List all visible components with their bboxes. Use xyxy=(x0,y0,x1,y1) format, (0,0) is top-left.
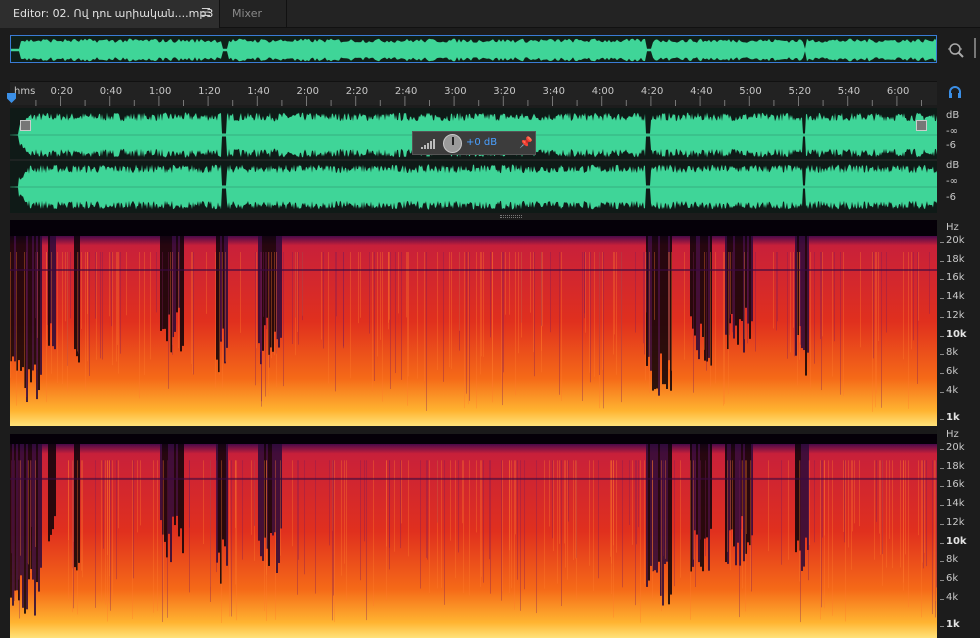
amp-unit-top: dB xyxy=(946,110,960,121)
freq-tick-mark xyxy=(940,354,944,355)
ruler-tick-label: 6:00 xyxy=(886,86,910,97)
freq-tick-label: 20k xyxy=(946,442,965,453)
ruler-tick-label: 4:40 xyxy=(690,86,713,97)
tab-mixer[interactable]: Mixer xyxy=(221,0,287,28)
freq-tick-mark xyxy=(940,580,944,581)
panel-tab-bar: Editor: 02. Ով դու արիական....mp3 ☰ Mixe… xyxy=(0,0,980,28)
freq-tick-mark xyxy=(940,543,944,544)
ruler-tick-label: 2:00 xyxy=(296,86,319,97)
freq-tick-mark xyxy=(940,279,944,280)
ruler-tick-label: 3:40 xyxy=(542,86,565,97)
amp-label-6-top: -6 xyxy=(946,140,956,151)
level-bars-icon xyxy=(421,139,435,149)
time-ruler[interactable]: hms 0:20 0:40 1:00 1:20 1:40 2:00 2:20 2:40 3:00… xyxy=(10,81,937,106)
freq-tick-mark xyxy=(940,486,944,487)
waveform-display[interactable] xyxy=(10,108,937,213)
zoom-magnifier-icon[interactable] xyxy=(946,40,966,60)
freq-tick-label: 4k xyxy=(946,385,959,396)
freq-tick-mark xyxy=(940,317,944,318)
ruler-tick-label: 4:00 xyxy=(591,86,615,97)
freq-tick-mark xyxy=(940,561,944,562)
ruler-tick-label: 2:20 xyxy=(345,86,369,97)
freq-tick-label: 16k xyxy=(946,272,965,283)
freq-tick-label: 6k xyxy=(946,573,959,584)
ruler-tick-label: 5:40 xyxy=(837,86,861,97)
spectrogram xyxy=(10,236,937,638)
freq-tick-mark xyxy=(940,524,944,525)
freq-tick-label: 16k xyxy=(946,479,965,490)
view-divider[interactable] xyxy=(10,213,937,220)
freq-tick-label: 10k xyxy=(946,329,967,340)
ruler-tick-label: 3:00 xyxy=(444,86,467,97)
ruler-tick-label: 5:20 xyxy=(788,86,811,97)
freq-tick-label: 20k xyxy=(946,235,965,246)
ruler-tick-label: 5:00 xyxy=(739,86,762,97)
overview-waveform[interactable] xyxy=(10,35,937,63)
freq-tick-label: 1k xyxy=(946,412,960,423)
ruler-tick-label: 0:20 xyxy=(50,86,73,97)
volume-knob-icon[interactable] xyxy=(443,134,462,153)
freq-unit-label: Hz xyxy=(946,222,959,233)
amp-label-inf-bottom: -∞ xyxy=(946,176,958,187)
freq-tick-mark xyxy=(940,626,944,627)
freq-tick-label: 14k xyxy=(946,291,965,302)
freq-tick-label: 6k xyxy=(946,366,959,377)
freq-tick-label: 12k xyxy=(946,517,965,528)
amp-label-6-bottom: -6 xyxy=(946,192,956,203)
spectral-frequency-display[interactable] xyxy=(10,220,937,638)
freq-tick-mark xyxy=(940,599,944,600)
ruler-tick-label: 1:40 xyxy=(247,86,270,97)
ruler-tick-label: 1:20 xyxy=(198,86,221,97)
ruler-tick-label: 1:00 xyxy=(148,86,172,97)
freq-tick-mark xyxy=(940,261,944,262)
amplitude-scale: dB -∞ -6 dB -∞ -6 xyxy=(940,108,980,213)
freq-tick-label: 8k xyxy=(946,347,959,358)
freq-tick-mark xyxy=(940,336,944,337)
freq-tick-label: 8k xyxy=(946,554,959,565)
amp-label-inf-top: -∞ xyxy=(946,126,958,137)
tab-mixer-label: Mixer xyxy=(232,7,263,20)
volume-value[interactable]: +0 dB xyxy=(466,137,497,148)
freq-tick-label: 1k xyxy=(946,619,960,630)
hamburger-menu-icon[interactable]: ☰ xyxy=(201,6,211,19)
freq-tick-mark xyxy=(940,468,944,469)
freq-tick-mark xyxy=(940,449,944,450)
freq-tick-mark xyxy=(940,419,944,420)
freq-tick-label: 14k xyxy=(946,498,965,509)
ruler-tick-label: 3:20 xyxy=(493,86,516,97)
fade-out-handle[interactable] xyxy=(916,120,927,131)
freq-tick-mark xyxy=(940,392,944,393)
freq-tick-mark xyxy=(940,373,944,374)
amp-unit-bottom: dB xyxy=(946,160,960,171)
volume-hud[interactable]: +0 dB 📌 xyxy=(412,131,536,155)
frequency-scale-top: Hz 20k 18k 16k 14k 12k 10k 8k 6k 4k 1k xyxy=(940,222,980,427)
waveform-channels xyxy=(10,112,937,210)
freq-tick-mark xyxy=(940,242,944,243)
freq-tick-label: 12k xyxy=(946,310,965,321)
freq-tick-label: 18k xyxy=(946,254,965,265)
freq-tick-mark xyxy=(940,505,944,506)
tab-editor[interactable]: Editor: 02. Ով դու արիական....mp3 ☰ xyxy=(0,0,220,28)
freq-tick-mark xyxy=(940,298,944,299)
overview-waveform-graphic xyxy=(11,38,936,62)
fade-in-handle[interactable] xyxy=(20,120,31,131)
divider-grip[interactable] xyxy=(500,215,522,218)
overview-scrollbar-edge[interactable] xyxy=(974,38,980,58)
headphones-icon[interactable] xyxy=(948,86,962,98)
freq-unit-label: Hz xyxy=(946,429,959,440)
ruler-tick-label: 0:40 xyxy=(99,86,123,97)
freq-tick-label: 4k xyxy=(946,592,959,603)
freq-tick-label: 18k xyxy=(946,461,965,472)
tab-editor-label: Editor: 02. Ով դու արիական....mp3 xyxy=(13,7,214,20)
ruler-tick-label: 4:20 xyxy=(640,86,664,97)
ruler-tick-label: 2:40 xyxy=(394,86,418,97)
pin-icon[interactable]: 📌 xyxy=(519,136,533,149)
frequency-scale-bottom: Hz 20k 18k 16k 14k 12k 10k 8k 6k 4k 1k xyxy=(940,429,980,634)
freq-tick-label: 10k xyxy=(946,536,967,547)
